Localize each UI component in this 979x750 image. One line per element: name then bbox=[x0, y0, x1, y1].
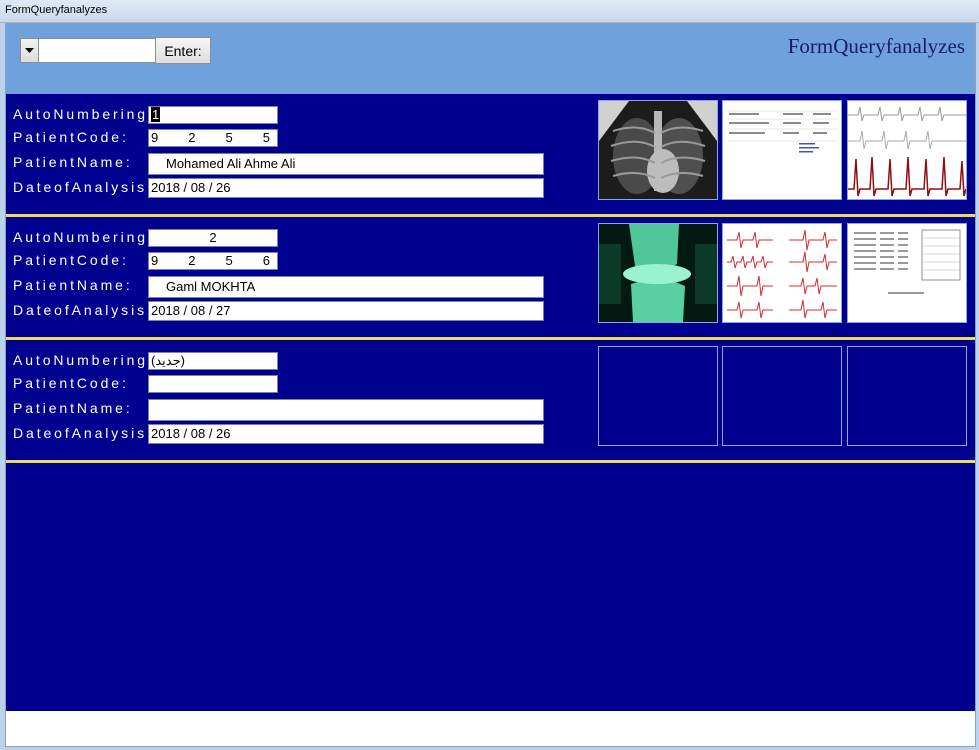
patient-code-field[interactable]: 9255 bbox=[148, 129, 278, 147]
date-of-analysis-label: DateofAnalysis: bbox=[13, 425, 154, 441]
record-row: AutoNumbering: 2 PatientCode: 9256 Patie… bbox=[6, 217, 975, 340]
lab-report-image[interactable] bbox=[722, 100, 842, 200]
patient-code-field[interactable] bbox=[148, 375, 278, 393]
window-title: FormQueryfanalyzes bbox=[5, 4, 108, 16]
window-titlebar: FormQueryfanalyzes bbox=[0, 0, 979, 23]
patient-name-label: PatientName: bbox=[13, 154, 133, 170]
auto-numbering-value: 1 bbox=[151, 107, 161, 122]
record-row: AutoNumbering: 1 PatientCode: 9255 Patie… bbox=[6, 94, 975, 217]
record-search-combo[interactable] bbox=[20, 38, 160, 63]
patient-name-field[interactable] bbox=[148, 399, 544, 421]
empty-image-slot[interactable] bbox=[598, 346, 718, 446]
empty-image-slot[interactable] bbox=[722, 346, 842, 446]
date-of-analysis-field[interactable]: 2018 / 08 / 27 bbox=[148, 301, 544, 321]
patient-name-field[interactable]: Mohamed Ali Ahme Ali bbox=[148, 153, 544, 175]
date-of-analysis-field[interactable]: 2018 / 08 / 26 bbox=[148, 424, 544, 444]
form-footer bbox=[6, 711, 975, 746]
patient-code-label: PatientCode: bbox=[13, 252, 129, 268]
auto-numbering-label: AutoNumbering: bbox=[13, 352, 155, 368]
auto-numbering-label: AutoNumbering: bbox=[13, 106, 155, 122]
form-header: Enter: FormQueryfanalyzes bbox=[6, 24, 975, 94]
patient-code-field[interactable]: 9256 bbox=[148, 252, 278, 270]
ecg-leads-image[interactable] bbox=[722, 223, 842, 323]
date-of-analysis-field[interactable]: 2018 / 08 / 26 bbox=[148, 178, 544, 198]
auto-numbering-label: AutoNumbering: bbox=[13, 229, 155, 245]
date-of-analysis-label: DateofAnalysis: bbox=[13, 179, 154, 195]
auto-numbering-field[interactable]: (جديد) bbox=[148, 352, 278, 370]
auto-numbering-field[interactable]: 2 bbox=[148, 229, 278, 247]
empty-image-slot[interactable] bbox=[847, 346, 967, 446]
form-title: FormQueryfanalyzes bbox=[787, 34, 965, 58]
patient-name-label: PatientName: bbox=[13, 400, 133, 416]
record-row-new: AutoNumbering: (جديد) PatientCode: Patie… bbox=[6, 340, 975, 463]
knee-xray-image[interactable] bbox=[598, 223, 718, 323]
form-frame: Enter: FormQueryfanalyzes AutoNumbering:… bbox=[5, 23, 976, 747]
patient-name-field[interactable]: Gaml MOKHTA bbox=[148, 276, 544, 298]
lab-sheet-image[interactable] bbox=[847, 223, 967, 323]
date-of-analysis-label: DateofAnalysis: bbox=[13, 302, 154, 318]
chest-xray-image[interactable] bbox=[598, 100, 718, 200]
patient-code-label: PatientCode: bbox=[13, 129, 129, 145]
ecg-strip-image[interactable] bbox=[847, 100, 967, 200]
chevron-down-icon[interactable] bbox=[21, 39, 39, 62]
records-area: AutoNumbering: 1 PatientCode: 9255 Patie… bbox=[6, 94, 975, 711]
patient-name-label: PatientName: bbox=[13, 277, 133, 293]
record-separator bbox=[6, 460, 975, 463]
auto-numbering-field[interactable]: 1 bbox=[148, 106, 278, 124]
enter-button[interactable]: Enter: bbox=[155, 37, 211, 64]
patient-code-label: PatientCode: bbox=[13, 375, 129, 391]
